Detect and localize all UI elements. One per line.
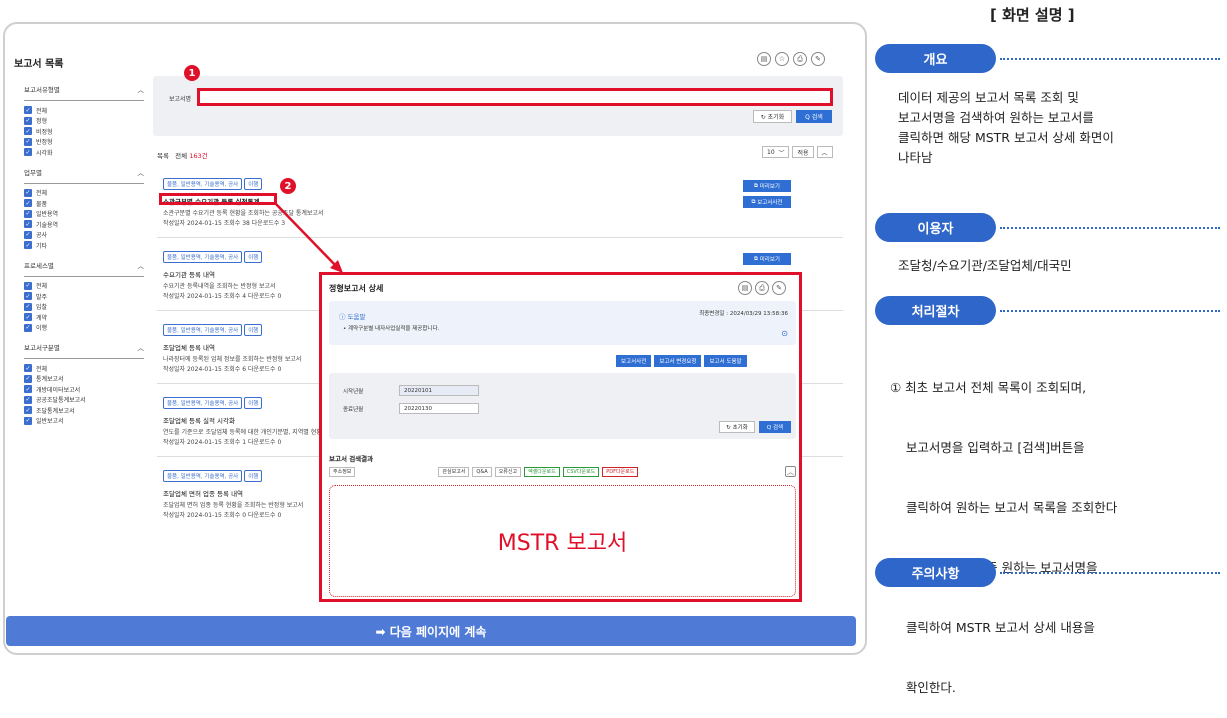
overview-pill: 개요	[875, 44, 996, 73]
process-line: 보고서명을 입력하고 [검색]버튼을	[890, 440, 1085, 455]
help-panel: ⓘ 도움말 • 계약구분별 내자사업실적을 제공합니다. 최종변경일 : 202…	[329, 301, 796, 345]
pdf-download-button[interactable]: PDF다운로드	[602, 466, 639, 477]
help-title-text: 도움말	[347, 313, 366, 321]
condition-form: 시작년월 20220101 종료년월 20220130 ↻ 초기화 Q 검색	[329, 373, 796, 439]
report-detail-modal: 정형보고서 상세 ▤ ⎙ ✎ ⓘ 도움말 • 계약구분별 내자사업실적을 제공합…	[319, 272, 802, 602]
qna-button[interactable]: Q&A	[472, 466, 492, 477]
address-info-button[interactable]: 주소정보	[329, 466, 356, 477]
start-month-input[interactable]: 20220101	[399, 385, 479, 396]
divider	[1000, 572, 1220, 574]
divider	[1000, 58, 1220, 60]
process-line: 클릭하여 MSTR 보고서 상세 내용을	[890, 620, 1095, 635]
dictionary-button[interactable]: 보고서사전	[616, 355, 652, 367]
excel-download-button[interactable]: 엑셀다운로드	[524, 466, 560, 477]
users-text: 조달청/수요기관/조달업체/대국민	[898, 258, 1072, 273]
description-heading: [ 화면 설명 ]	[990, 6, 1075, 24]
updated-date: 최종변경일 : 2024/03/29 13:58:36	[699, 311, 788, 317]
reset-button[interactable]: ↻ 초기화	[719, 421, 755, 433]
process-line: 확인한다.	[890, 680, 956, 695]
process-line: ① 최초 보고서 전체 목록이 조회되며,	[890, 380, 1087, 395]
search-button[interactable]: Q 검색	[759, 421, 791, 433]
help-button[interactable]: 보고서 도움말	[704, 355, 747, 367]
change-request-button[interactable]: 보고서 변경요청	[654, 355, 702, 367]
end-month-label: 종료년월	[343, 406, 364, 413]
expand-icon[interactable]: ⊙	[781, 329, 788, 338]
manual-icon[interactable]: ▤	[738, 281, 752, 295]
modal-title: 정형보고서 상세	[329, 284, 384, 293]
overview-line: 데이터 제공의 보고서 목록 조회 및	[898, 90, 1079, 105]
notes-pill: 주의사항	[875, 558, 996, 587]
users-pill: 이용자	[875, 213, 996, 242]
error-report-button[interactable]: 오류신고	[494, 466, 522, 477]
overview-line: 클릭하면 해당 MSTR 보고서 상세 화면이	[898, 130, 1114, 145]
help-text: • 계약구분별 내자사업실적을 제공합니다.	[343, 326, 440, 332]
info-icon: ⓘ	[339, 313, 348, 321]
chevron-up-icon[interactable]: ︿	[785, 466, 796, 477]
print-icon[interactable]: ⎙	[755, 281, 769, 295]
result-title: 보고서 검색결과	[329, 455, 374, 463]
csv-download-button[interactable]: CSV다운로드	[562, 466, 600, 477]
start-month-label: 시작년월	[343, 388, 364, 395]
process-text: ① 최초 보고서 전체 목록이 조회되며, 보고서명을 입력하고 [검색]버튼을…	[890, 338, 1117, 718]
next-page-button[interactable]: ➡ 다음 페이지에 계속	[6, 616, 856, 646]
end-month-input[interactable]: 20220130	[399, 403, 479, 414]
link-icon[interactable]: ✎	[772, 281, 786, 295]
divider	[1000, 310, 1220, 312]
divider	[1000, 227, 1220, 229]
process-pill: 처리절차	[875, 296, 996, 325]
help-title: ⓘ 도움말	[339, 311, 366, 321]
overview-line: 보고서명을 검색하여 원하는 보고서를	[898, 110, 1094, 125]
overview-line: 나타남	[898, 150, 933, 165]
result-toolbar: 주소정보 관심보고서 Q&A 오류신고 엑셀다운로드 CSV다운로드 PDF다운…	[329, 466, 796, 477]
overview-text: 데이터 제공의 보고서 목록 조회 및 보고서명을 검색하여 원하는 보고서를 …	[898, 88, 1114, 168]
favorite-report-button[interactable]: 관심보고서	[438, 466, 470, 477]
mstr-report-area: MSTR 보고서	[329, 485, 796, 597]
process-line: 클릭하여 원하는 보고서 목록을 조회한다	[890, 500, 1118, 515]
